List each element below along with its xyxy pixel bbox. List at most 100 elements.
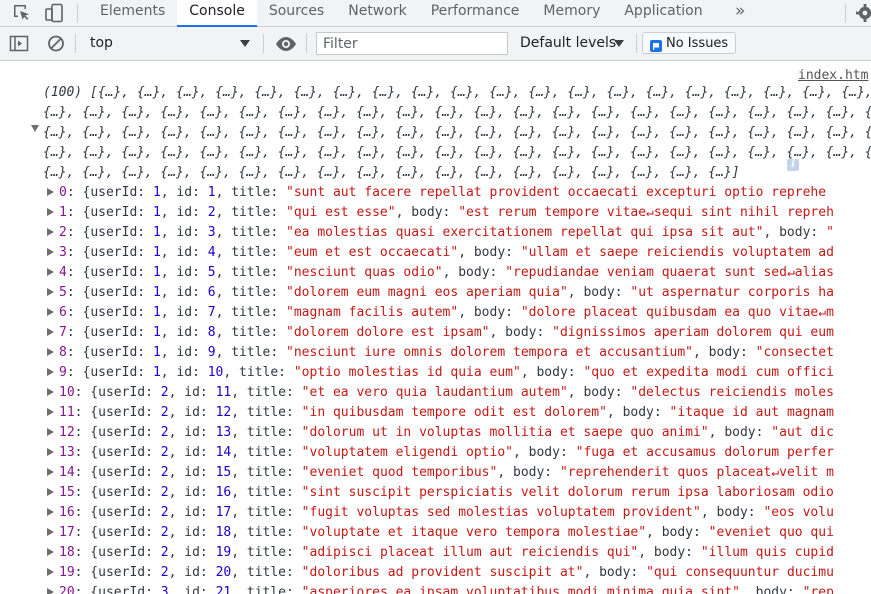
array-entry-row[interactable]: 1: {userId: 1, id: 2, title: "qui est es… bbox=[47, 203, 834, 223]
array-entry-row[interactable]: 13: {userId: 2, id: 14, title: "voluptat… bbox=[47, 443, 834, 463]
settings-gear-icon[interactable] bbox=[855, 3, 871, 23]
entry-index: 6 bbox=[59, 305, 67, 320]
context-selector[interactable]: top bbox=[82, 31, 258, 55]
array-entry-row[interactable]: 15: {userId: 2, id: 16, title: "sint sus… bbox=[47, 483, 834, 503]
array-summary-line[interactable]: {…}, {…}, {…}, {…}, {…}, {…}, {…}, {…}, … bbox=[43, 163, 740, 183]
tab-sources[interactable]: Sources bbox=[257, 0, 336, 26]
expand-triangle-icon[interactable] bbox=[47, 528, 54, 536]
entry-user-id: 2 bbox=[160, 385, 169, 400]
array-entry-row[interactable]: 5: {userId: 1, id: 6, title: "dolorem eu… bbox=[47, 283, 834, 303]
entry-index: 3 bbox=[59, 245, 67, 260]
array-entry-row[interactable]: 19: {userId: 2, id: 20, title: "doloribu… bbox=[47, 563, 834, 583]
clear-console-icon[interactable] bbox=[46, 34, 66, 54]
expand-triangle-icon[interactable] bbox=[47, 388, 54, 396]
entry-body: "eos volu bbox=[763, 505, 834, 520]
expand-triangle-icon[interactable] bbox=[47, 368, 54, 376]
array-summary-line[interactable]: {…}, {…}, {…}, {…}, {…}, {…}, {…}, {…}, … bbox=[43, 123, 871, 143]
entry-index: 13 bbox=[59, 445, 75, 460]
array-entry-row[interactable]: 9: {userId: 1, id: 10, title: "optio mol… bbox=[47, 363, 834, 383]
entry-user-id: 2 bbox=[160, 565, 169, 580]
tab-console[interactable]: Console bbox=[177, 0, 257, 27]
entry-index: 5 bbox=[59, 285, 67, 300]
entry-id: 4 bbox=[207, 245, 216, 260]
entry-user-id: 1 bbox=[152, 225, 161, 240]
array-entry-row[interactable]: 18: {userId: 2, id: 19, title: "adipisci… bbox=[47, 543, 834, 563]
more-tabs-chevron-icon[interactable]: » bbox=[735, 0, 745, 22]
expand-triangle-icon[interactable] bbox=[47, 208, 54, 216]
entry-title: "adipisci placeat illum aut reiciendis q… bbox=[301, 545, 639, 560]
expand-triangle-icon[interactable] bbox=[47, 308, 54, 316]
chevron-down-icon bbox=[240, 40, 250, 47]
log-levels-dropdown[interactable]: Default levels bbox=[514, 31, 632, 55]
array-entry-row[interactable]: 4: {userId: 1, id: 5, title: "nesciunt q… bbox=[47, 263, 834, 283]
array-entry-row[interactable]: 7: {userId: 1, id: 8, title: "dolorem do… bbox=[47, 323, 834, 343]
expand-triangle-icon[interactable] bbox=[47, 548, 54, 556]
entry-index: 19 bbox=[59, 565, 75, 580]
array-entry-row[interactable]: 2: {userId: 1, id: 3, title: "ea molesti… bbox=[47, 223, 834, 243]
expand-triangle-icon[interactable] bbox=[47, 488, 54, 496]
array-summary-line[interactable]: {…}, {…}, {…}, {…}, {…}, {…}, {…}, {…}, … bbox=[43, 143, 871, 163]
entry-id: 14 bbox=[215, 445, 232, 460]
expand-triangle-icon[interactable] bbox=[47, 428, 54, 436]
array-entry-row[interactable]: 20: {userId: 3, id: 21, title: "asperior… bbox=[47, 583, 834, 594]
entry-id: 11 bbox=[215, 385, 232, 400]
entry-title: "doloribus ad provident suscipit at" bbox=[301, 565, 584, 580]
issues-flag-icon bbox=[650, 37, 662, 56]
array-entry-row[interactable]: 0: {userId: 1, id: 1, title: "sunt aut f… bbox=[47, 183, 826, 203]
entry-body: "dignissimos aperiam dolorem qui eum bbox=[552, 325, 834, 340]
log-levels-label: Default levels bbox=[520, 35, 617, 51]
expand-triangle-icon[interactable] bbox=[47, 248, 54, 256]
tab-elements[interactable]: Elements bbox=[88, 0, 177, 26]
expand-triangle-icon[interactable] bbox=[47, 588, 54, 594]
array-entry-row[interactable]: 17: {userId: 2, id: 18, title: "voluptat… bbox=[47, 523, 834, 543]
array-entry-row[interactable]: 3: {userId: 1, id: 4, title: "eum et est… bbox=[47, 243, 834, 263]
inspect-element-icon[interactable] bbox=[12, 3, 32, 23]
expand-triangle-icon[interactable] bbox=[47, 188, 54, 196]
filter-input[interactable] bbox=[316, 32, 508, 55]
console-output[interactable]: index.htm (100) [{…}, {…}, {…}, {…}, {…}… bbox=[0, 61, 871, 594]
expand-arrow-icon[interactable] bbox=[31, 125, 39, 132]
entry-body: "rep bbox=[802, 585, 834, 594]
array-entry-row[interactable]: 10: {userId: 2, id: 11, title: "et ea ve… bbox=[47, 383, 834, 403]
live-expression-eye-icon[interactable] bbox=[275, 34, 296, 54]
entry-title: "eveniet quod temporibus" bbox=[301, 465, 498, 480]
source-link[interactable]: index.htm bbox=[798, 68, 868, 83]
expand-triangle-icon[interactable] bbox=[47, 448, 54, 456]
array-entry-row[interactable]: 16: {userId: 2, id: 17, title: "fugit vo… bbox=[47, 503, 834, 523]
toolbar-separator bbox=[75, 34, 76, 53]
array-summary-line[interactable]: (100) [{…}, {…}, {…}, {…}, {…}, {…}, {…}… bbox=[43, 83, 871, 103]
entry-title: "in quibusdam tempore odit est dolorem" bbox=[301, 405, 607, 420]
array-entry-row[interactable]: 8: {userId: 1, id: 9, title: "nesciunt i… bbox=[47, 343, 834, 363]
entry-body: "ut aspernatur corporis ha bbox=[630, 285, 834, 300]
entry-id: 13 bbox=[215, 425, 232, 440]
array-summary-line[interactable]: {…}, {…}, {…}, {…}, {…}, {…}, {…}, {…}, … bbox=[43, 103, 871, 123]
array-entry-row[interactable]: 14: {userId: 2, id: 15, title: "eveniet … bbox=[47, 463, 834, 483]
expand-triangle-icon[interactable] bbox=[47, 228, 54, 236]
info-icon: i bbox=[787, 159, 799, 171]
expand-triangle-icon[interactable] bbox=[47, 568, 54, 576]
entry-index: 10 bbox=[59, 385, 75, 400]
entry-id: 19 bbox=[215, 545, 232, 560]
tab-memory[interactable]: Memory bbox=[531, 0, 612, 26]
expand-triangle-icon[interactable] bbox=[47, 468, 54, 476]
array-entry-row[interactable]: 6: {userId: 1, id: 7, title: "magnam fac… bbox=[47, 303, 834, 323]
issues-button[interactable]: No Issues bbox=[642, 32, 736, 54]
tab-application[interactable]: Application bbox=[612, 0, 714, 26]
toolbar-separator bbox=[306, 34, 307, 53]
expand-triangle-icon[interactable] bbox=[47, 348, 54, 356]
device-toolbar-icon[interactable] bbox=[44, 3, 64, 23]
tab-performance[interactable]: Performance bbox=[419, 0, 532, 26]
entry-body: "quo et expedita modi cum offici bbox=[583, 365, 834, 380]
tab-network[interactable]: Network bbox=[336, 0, 418, 26]
entry-body: " bbox=[826, 225, 834, 240]
entry-index: 0 bbox=[59, 185, 67, 200]
expand-triangle-icon[interactable] bbox=[47, 408, 54, 416]
array-entry-row[interactable]: 12: {userId: 2, id: 13, title: "dolorum … bbox=[47, 423, 834, 443]
expand-triangle-icon[interactable] bbox=[47, 328, 54, 336]
array-entry-row[interactable]: 11: {userId: 2, id: 12, title: "in quibu… bbox=[47, 403, 834, 423]
expand-triangle-icon[interactable] bbox=[47, 288, 54, 296]
expand-triangle-icon[interactable] bbox=[47, 508, 54, 516]
sidebar-toggle-icon[interactable] bbox=[9, 34, 29, 54]
entry-index: 4 bbox=[59, 265, 67, 280]
expand-triangle-icon[interactable] bbox=[47, 268, 54, 276]
